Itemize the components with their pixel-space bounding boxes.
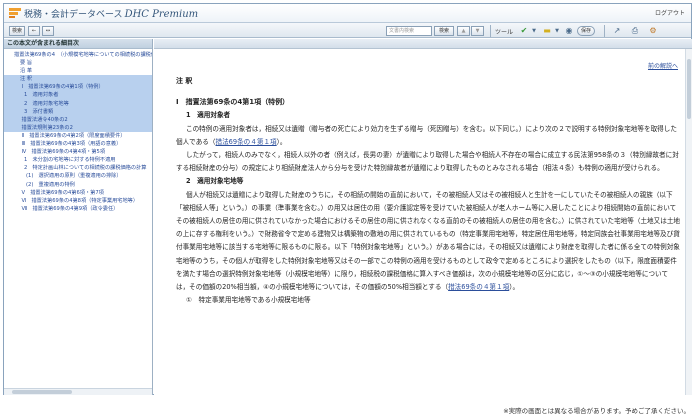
law-link-1[interactable]: 措法69条の４第１項: [216, 138, 277, 146]
main-content: 前の解説へ 注 釈 Ⅰ 措置法第69条の4第1項（特例） 1 適用対象者 この特…: [154, 39, 692, 395]
sidebar-item[interactable]: Ⅶ 措置法第69条の4第9項（政令委任）: [4, 205, 152, 213]
sidebar-item[interactable]: Ⅲ 措置法第69条の4第3項（用語の意義）: [4, 140, 152, 148]
prev-commentary-link[interactable]: 前の解説へ: [648, 61, 678, 70]
sidebar-item[interactable]: (2) 重複適用の特例: [4, 181, 152, 189]
footnote: ※実際の画面とは異なる場合があります。予めご了承ください。: [503, 407, 690, 415]
doc-search-input[interactable]: 文書内検索: [386, 26, 432, 36]
paragraph-1: この特例の適用対象者は，相続又は遺贈（贈与者の死亡により効力を生ずる贈与（死因贈…: [176, 124, 677, 146]
save-button[interactable]: 保存: [577, 26, 595, 36]
document-body: 注 釈 Ⅰ 措置法第69条の4第1項（特例） 1 適用対象者 この特例の適用対象…: [176, 75, 681, 307]
sidebar-item[interactable]: 措置法第69条の4 （小規模宅地等についての相続税の課税価格の計算の特例）: [4, 51, 152, 59]
app-window: 税務・会計データベース DHC Premium ログアウト 検索 ← ↔ 文書内検…: [3, 3, 692, 395]
sidebar-item[interactable]: 注 釈: [4, 75, 152, 84]
title-bar: 税務・会計データベース DHC Premium ログアウト: [4, 4, 691, 22]
app-logo-icon: [9, 8, 21, 18]
sidebar-item[interactable]: Ⅳ 措置法第69条の4第4項・第5項: [4, 148, 152, 156]
sidebar-item[interactable]: 措置法通令40条の2: [4, 115, 152, 124]
subsection-heading-1: 1 適用対象者: [186, 111, 231, 120]
sidebar-item[interactable]: 要 旨: [4, 59, 152, 67]
tool-label[interactable]: ツール: [495, 27, 513, 36]
law-link-2[interactable]: 措法69条の４第１項: [448, 283, 509, 291]
sidebar-item[interactable]: 措置法規則第23条の2: [4, 123, 152, 132]
sidebar-item[interactable]: (1) 選択適用の原則（重複適用の排除）: [4, 172, 152, 180]
section-heading: Ⅰ 措置法第69条の4第1項（特例）: [176, 98, 290, 107]
sidebar-item[interactable]: 2 適用対象宅地等: [4, 99, 152, 108]
main-top-bar: [154, 39, 692, 49]
paragraph-3: 個人が相続又は遺贈により取得した財産のうちに，その相続の開始の直前において，その…: [176, 190, 681, 292]
sidebar-item[interactable]: Ⅵ 措置法第69条の4第8項（特定事業用宅地等）: [4, 197, 152, 205]
search-small-button[interactable]: 検索: [9, 26, 25, 36]
highlighter-icon[interactable]: ▬: [540, 25, 554, 37]
back-arrow-icon[interactable]: ←: [28, 26, 40, 36]
settings-icon[interactable]: ⚙: [646, 25, 660, 37]
paragraph-2: したがって，相続人のみでなく，相続人以外の者（例えば，長男の妻）が遺贈により取得…: [176, 151, 679, 173]
sidebar-item[interactable]: 沿 革: [4, 67, 152, 75]
sidebar-item[interactable]: 1 適用対象者: [4, 91, 152, 100]
sidebar: この本文が含まれる細目次 措置法第69条の4 （小規模宅地等についての相続税の課…: [4, 39, 153, 395]
eye-icon[interactable]: ◉: [562, 25, 576, 37]
print-icon[interactable]: ⎙: [628, 25, 642, 37]
app-title: 税務・会計データベース DHC Premium: [24, 7, 198, 20]
expand-horizontal-icon[interactable]: ↔: [42, 26, 54, 36]
list-item-1: ① 特定事業用宅地等である小規模宅地等: [186, 296, 311, 305]
sidebar-hscrollbar[interactable]: [4, 388, 152, 395]
search-prev-icon[interactable]: ▲: [457, 26, 470, 36]
export-icon[interactable]: ↗: [610, 25, 624, 37]
sidebar-header: この本文が含まれる細目次: [4, 39, 152, 49]
chevron-down-icon[interactable]: ▼: [531, 25, 537, 37]
app-title-text: 税務・会計データベース: [24, 9, 123, 20]
sidebar-item[interactable]: 1 未分割の宅地等に対する特例不適用: [4, 156, 152, 164]
note-heading: 注 釈: [176, 77, 193, 85]
search-next-icon[interactable]: ▼: [471, 26, 484, 36]
main-scrollbar[interactable]: [685, 49, 692, 395]
sidebar-item[interactable]: 2 特定計画山林についての相続税の課税価格の計算: [4, 164, 152, 172]
sidebar-item[interactable]: Ⅱ 措置法第69条の4第2項（限度面積要件）: [4, 132, 152, 140]
toolbar: 検索 ← ↔ 文書内検索 検索 ▲ ▼ ツール ✔ ▼ ▬ ▼ ◉ 保存 ↗ ⎙…: [4, 22, 691, 38]
doc-search-button[interactable]: 検索: [434, 26, 454, 36]
app-brand: DHC Premium: [124, 8, 199, 20]
checkmark-icon[interactable]: ✔: [517, 25, 531, 37]
sidebar-list: 措置法第69条の4 （小規模宅地等についての相続税の課税価格の計算の特例）要 旨…: [4, 49, 152, 213]
highlighter-dropdown-icon[interactable]: ▼: [554, 25, 560, 37]
sidebar-item[interactable]: Ⅰ 措置法第69条の4第1項（特例）: [4, 83, 152, 92]
sidebar-item[interactable]: Ⅴ 措置法第69条の4第6項・第7項: [4, 189, 152, 197]
sidebar-item[interactable]: 3 添付書類: [4, 107, 152, 116]
logout-link[interactable]: ログアウト: [655, 8, 685, 17]
subsection-heading-2: 2 適用対象宅地等: [186, 177, 244, 186]
